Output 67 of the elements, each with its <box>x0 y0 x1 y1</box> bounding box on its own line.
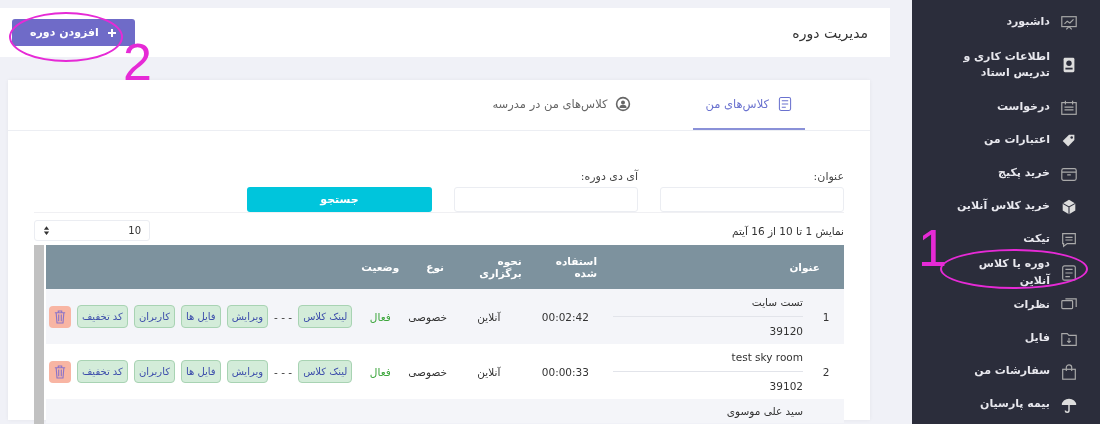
list-icon <box>1060 263 1078 282</box>
class-link-button[interactable]: لینک کلاس <box>298 360 353 383</box>
delete-button[interactable] <box>49 360 71 383</box>
column-header: نوع <box>405 245 450 289</box>
course-type: خصوصی <box>408 310 447 323</box>
class-link-button[interactable]: لینک کلاس <box>298 305 353 328</box>
delivery-mode: آنلاین <box>477 365 501 378</box>
status-text: فعال <box>369 310 391 323</box>
calendar-icon <box>1060 98 1078 117</box>
plus-icon <box>106 27 117 38</box>
sidebar-item[interactable]: فایل <box>1024 322 1100 355</box>
field-label: عنوان: <box>812 170 844 183</box>
results-info: نمایش 1 تا 10 از 16 آیتم <box>731 224 844 237</box>
status-text: فعال <box>369 365 391 378</box>
trash-icon <box>54 364 66 379</box>
bag-icon <box>1060 362 1078 381</box>
placeholder-dash: - - - <box>274 310 293 323</box>
sidebar-item[interactable]: اطلاعات کاری و تدریس استاد <box>950 39 1100 91</box>
annotation-number: 1 <box>918 222 947 274</box>
sidebar-item[interactable]: خرید کلاس آنلاین <box>956 190 1100 223</box>
delete-button[interactable] <box>49 305 71 328</box>
column-header: نحوه برگزاری <box>450 245 528 289</box>
page-size-select[interactable]: 10 <box>34 220 150 241</box>
course-title: سید علی موسوی <box>725 405 803 417</box>
field-label: آی دی دوره: <box>579 170 638 183</box>
sidebar-item[interactable]: بیمه پارسیان <box>980 388 1100 421</box>
action-button[interactable]: کاربران <box>133 305 175 328</box>
sidebar-item[interactable]: اعتبارات من <box>983 124 1100 157</box>
trash-icon <box>54 309 66 324</box>
time-used: 00:02:42 <box>541 310 589 323</box>
cube-icon <box>1060 197 1078 216</box>
action-button[interactable]: کد تخفیف <box>77 305 128 328</box>
column-header: وضعیت <box>355 245 406 289</box>
sidebar-item[interactable]: دوره یا کلاس آنلاین <box>950 256 1100 289</box>
course-title: test sky room <box>730 351 803 363</box>
sidebar-item[interactable]: داشبورد <box>1006 6 1100 39</box>
sidebar-item[interactable]: نظرات <box>1013 289 1100 322</box>
chat-icon <box>1060 230 1078 249</box>
chart-icon <box>1060 13 1078 32</box>
checklist-icon <box>777 96 793 112</box>
time-used: 00:00:33 <box>541 365 589 378</box>
action-button[interactable]: فایل ها <box>180 360 221 383</box>
user-circle-icon <box>615 96 632 112</box>
row-number: 1 <box>822 310 830 323</box>
sidebar-item[interactable]: خرید پکیج <box>997 157 1100 190</box>
column-header: استفاده شده <box>527 245 603 289</box>
action-button[interactable]: ویرایش <box>226 305 269 328</box>
course-id: 39102 <box>768 380 803 392</box>
row-number: 2 <box>822 365 830 378</box>
delivery-mode: آنلاین <box>477 310 501 323</box>
action-button[interactable]: کاربران <box>133 360 175 383</box>
action-button[interactable]: ویرایش <box>226 360 269 383</box>
tab[interactable]: کلاس‌های من در مدرسه <box>480 80 644 130</box>
scrollbar[interactable] <box>34 245 44 424</box>
column-header: عنوان <box>603 245 844 289</box>
course-id: 39120 <box>768 325 803 337</box>
action-button[interactable]: فایل ها <box>180 305 221 328</box>
course-type: خصوصی <box>408 365 447 378</box>
course-title: تست سایت <box>750 296 803 308</box>
sidebar-item[interactable]: تیکت <box>1023 223 1100 256</box>
placeholder-dash: - - - <box>274 365 293 378</box>
sort-arrows-icon <box>43 225 50 236</box>
action-button[interactable]: کد تخفیف <box>77 360 128 383</box>
sidebar-item[interactable]: سفارشات من <box>974 355 1100 388</box>
page-title: مدیریت دوره <box>792 24 868 41</box>
tab[interactable]: کلاس‌های من <box>693 80 805 130</box>
sidebar-item[interactable]: درخواست <box>996 91 1100 124</box>
